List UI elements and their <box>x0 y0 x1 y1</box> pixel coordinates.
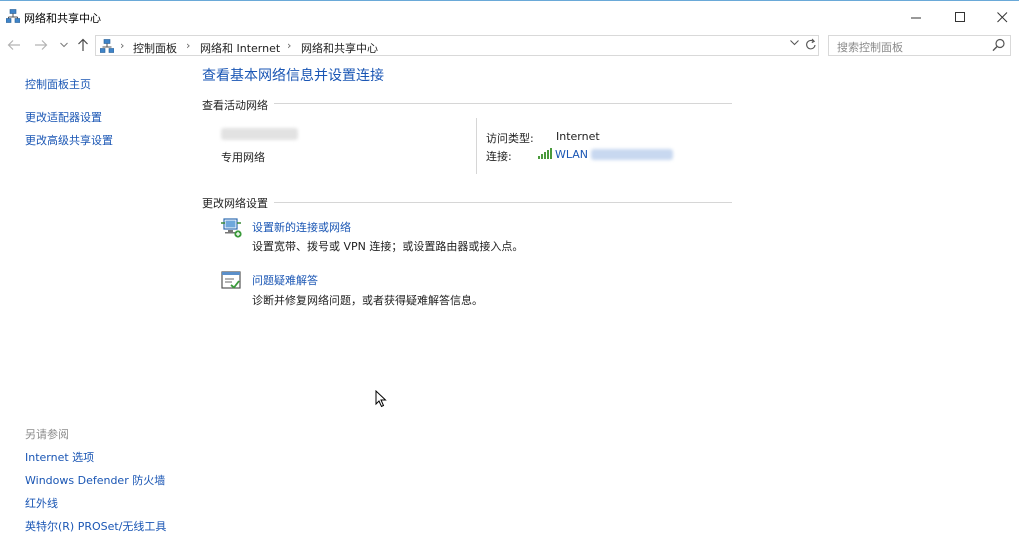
troubleshoot-icon <box>221 271 241 289</box>
wlan-connection-link[interactable]: WLAN <box>555 148 588 161</box>
recent-locations-button[interactable] <box>55 36 73 54</box>
breadcrumb-network-sharing-center[interactable]: 网络和共享中心 <box>301 40 378 56</box>
title-bar: 网络和共享中心 <box>0 0 1019 32</box>
section-divider <box>274 202 732 203</box>
see-also-intel-proset-wireless[interactable]: 英特尔(R) PROSet/无线工具 <box>25 518 166 534</box>
active-networks-heading: 查看活动网络 <box>202 99 268 112</box>
forward-button[interactable] <box>32 36 50 54</box>
network-center-icon <box>6 9 20 23</box>
network-name-redacted <box>221 128 298 140</box>
breadcrumb-separator: › <box>120 39 125 52</box>
breadcrumb-separator: › <box>186 39 191 52</box>
search-icon[interactable] <box>992 38 1006 52</box>
arrow-up-icon <box>78 38 88 51</box>
chevron-down-icon <box>790 40 799 46</box>
see-also-windows-defender-firewall[interactable]: Windows Defender 防火墙 <box>25 472 165 488</box>
arrow-right-icon <box>35 40 48 50</box>
arrow-left-icon <box>7 40 20 50</box>
connections-label: 连接: <box>486 150 512 163</box>
breadcrumb-network-internet[interactable]: 网络和 Internet <box>200 40 280 56</box>
up-button[interactable] <box>74 36 92 54</box>
new-connection-icon <box>221 218 242 238</box>
maximize-icon <box>954 11 965 22</box>
back-button[interactable] <box>5 36 23 54</box>
navigation-bar: › 控制面板 › 网络和 Internet › 网络和共享中心 搜索控制面板 <box>0 32 1019 58</box>
setup-new-connection-description: 设置宽带、拨号或 VPN 连接；或设置路由器或接入点。 <box>252 240 524 253</box>
setup-new-connection-link[interactable]: 设置新的连接或网络 <box>252 219 351 235</box>
sidebar-link-advanced-sharing-settings[interactable]: 更改高级共享设置 <box>25 132 113 148</box>
troubleshoot-problems-link[interactable]: 问题疑难解答 <box>252 272 318 288</box>
window-title: 网络和共享中心 <box>24 12 101 25</box>
minimize-button[interactable] <box>895 1 937 33</box>
address-bar[interactable]: › 控制面板 › 网络和 Internet › 网络和共享中心 <box>95 35 819 56</box>
page-title: 查看基本网络信息并设置连接 <box>202 68 384 84</box>
section-divider <box>274 103 732 104</box>
search-box[interactable]: 搜索控制面板 <box>828 35 1011 56</box>
see-also-internet-options[interactable]: Internet 选项 <box>25 449 94 465</box>
close-button[interactable] <box>981 1 1019 33</box>
access-type-label: 访问类型: <box>486 132 534 145</box>
address-dropdown-button[interactable] <box>790 39 799 49</box>
wifi-signal-icon <box>538 148 552 159</box>
wlan-ssid-redacted <box>591 149 673 160</box>
breadcrumb-control-panel[interactable]: 控制面板 <box>133 40 177 56</box>
minimize-icon <box>910 17 921 18</box>
close-icon <box>996 11 1007 22</box>
mouse-cursor-icon <box>375 390 387 408</box>
see-also-heading: 另请参阅 <box>25 428 69 441</box>
control-panel-icon <box>100 39 114 53</box>
search-input[interactable]: 搜索控制面板 <box>837 39 903 55</box>
troubleshoot-problems-description: 诊断并修复网络问题，或者获得疑难解答信息。 <box>252 294 483 307</box>
chevron-down-icon <box>60 42 68 48</box>
access-type-value: Internet <box>556 130 600 143</box>
change-settings-heading: 更改网络设置 <box>202 197 268 210</box>
see-also-infrared[interactable]: 红外线 <box>25 495 58 511</box>
refresh-icon <box>806 38 816 50</box>
maximize-button[interactable] <box>939 1 981 33</box>
network-type-link[interactable]: 专用网络 <box>221 149 265 165</box>
breadcrumb-separator: › <box>287 39 292 52</box>
vertical-divider <box>476 118 477 174</box>
refresh-button[interactable] <box>805 38 817 54</box>
sidebar-link-control-panel-home[interactable]: 控制面板主页 <box>25 76 91 92</box>
sidebar-link-change-adapter-settings[interactable]: 更改适配器设置 <box>25 109 102 125</box>
